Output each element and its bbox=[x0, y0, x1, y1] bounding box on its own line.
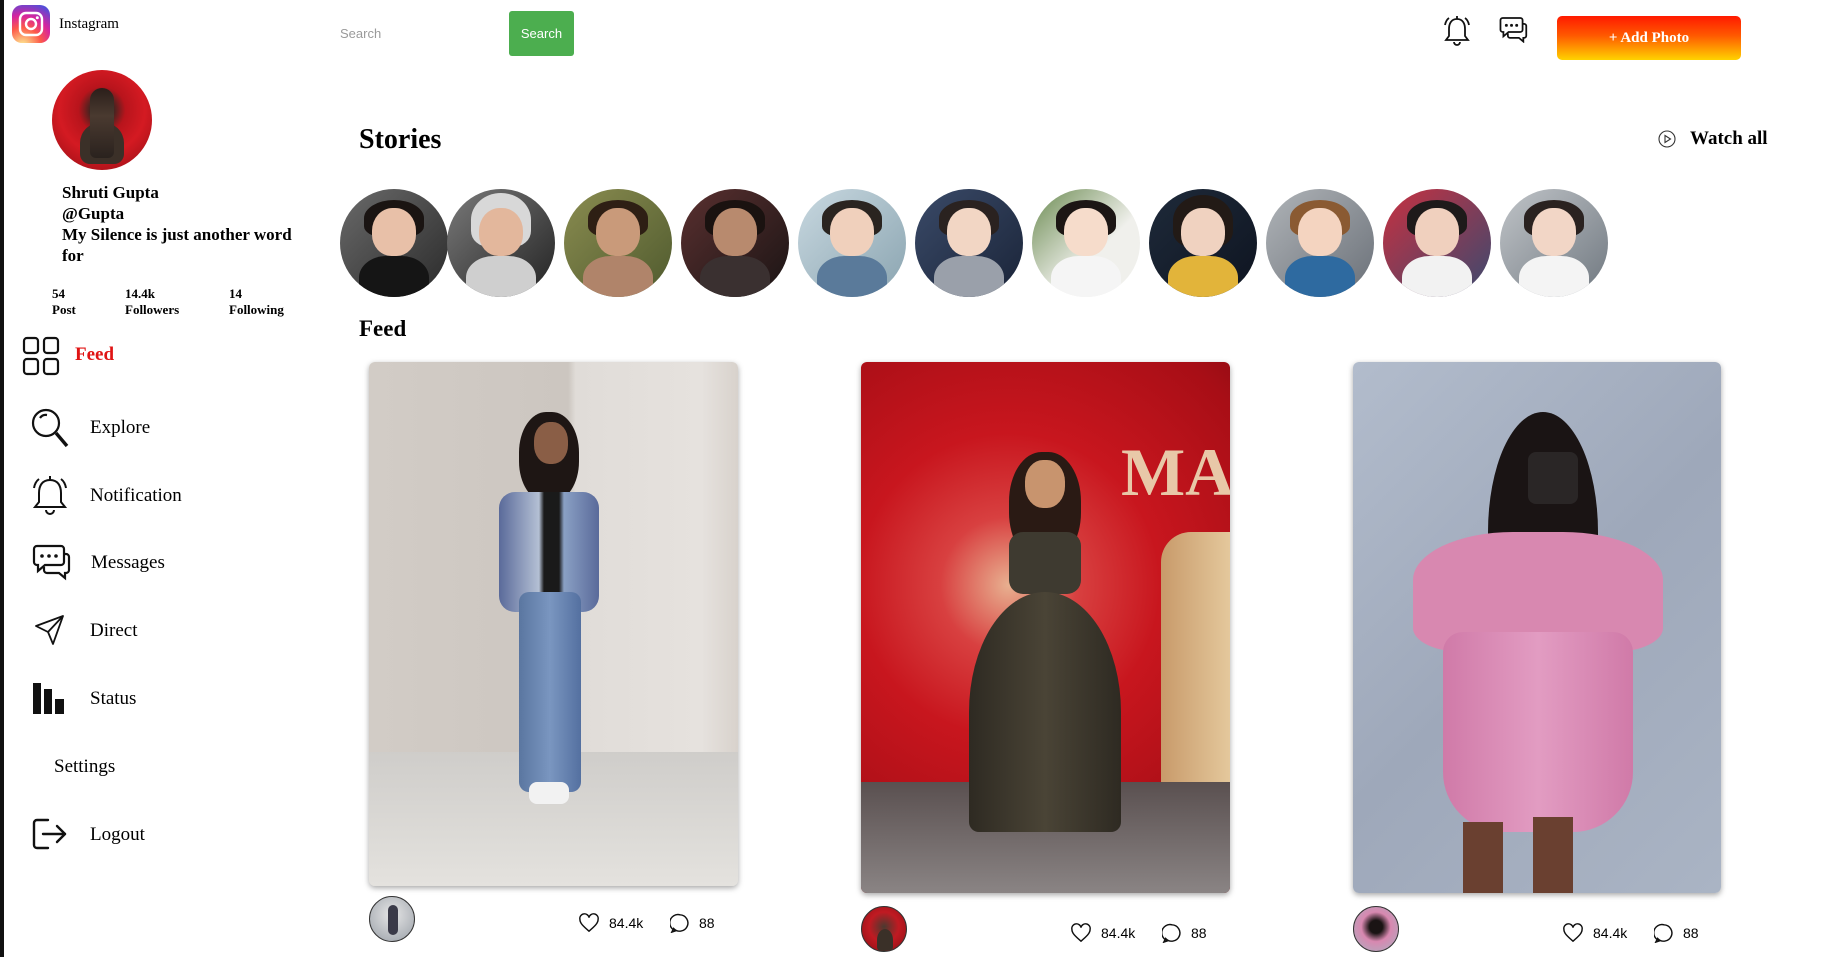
comment-icon bbox=[1654, 923, 1673, 943]
sidebar-item-status[interactable]: Status bbox=[4, 677, 264, 721]
story-avatar[interactable] bbox=[1032, 189, 1140, 297]
story-avatar[interactable] bbox=[1266, 189, 1374, 297]
profile-name: Shruti Gupta bbox=[62, 183, 159, 202]
sidebar-item-label: Status bbox=[90, 688, 137, 709]
brand-name: Instagram bbox=[59, 15, 119, 32]
like-button[interactable]: 84.4k bbox=[1070, 923, 1135, 943]
bell-icon bbox=[31, 474, 69, 516]
send-icon bbox=[34, 614, 66, 646]
stat-label: Followers bbox=[125, 302, 180, 317]
instagram-app: Instagram Shruti Gupta @Gupta My Silence… bbox=[0, 0, 1848, 957]
story-avatar[interactable] bbox=[447, 189, 555, 297]
brand[interactable]: Instagram bbox=[12, 5, 119, 43]
search-button[interactable]: Search bbox=[509, 11, 574, 56]
like-count: 84.4k bbox=[609, 915, 644, 931]
comment-count: 88 bbox=[699, 915, 715, 931]
stat-value: 14.4k bbox=[125, 286, 155, 301]
profile-avatar[interactable] bbox=[52, 70, 152, 170]
stat-label: Post bbox=[52, 302, 76, 317]
sidebar-item-label: Logout bbox=[90, 824, 145, 845]
watch-all-button[interactable]: Watch all bbox=[1658, 128, 1768, 150]
story-avatar[interactable] bbox=[1500, 189, 1608, 297]
sidebar-item-messages[interactable]: Messages bbox=[4, 541, 264, 585]
sidebar-item-label: Feed bbox=[75, 344, 115, 365]
stat-following[interactable]: 14 Following bbox=[229, 286, 284, 318]
post-author-avatar[interactable] bbox=[1353, 906, 1399, 952]
sidebar-item-notification[interactable]: Notification bbox=[4, 474, 264, 518]
add-photo-button[interactable]: + Add Photo bbox=[1557, 16, 1741, 60]
comment-count: 88 bbox=[1191, 925, 1207, 941]
profile-handle: @Gupta bbox=[62, 204, 125, 223]
stat-posts[interactable]: 54 Post bbox=[52, 286, 125, 318]
story-avatar[interactable] bbox=[1149, 189, 1257, 297]
search-input[interactable] bbox=[340, 13, 508, 53]
story-avatar[interactable] bbox=[1383, 189, 1491, 297]
sidebar-item-label: Explore bbox=[90, 417, 151, 438]
bar-chart-icon bbox=[32, 681, 66, 715]
story-avatar[interactable] bbox=[915, 189, 1023, 297]
instagram-logo-icon bbox=[12, 5, 50, 43]
sidebar-item-explore[interactable]: Explore bbox=[4, 406, 264, 450]
magnifier-icon bbox=[30, 406, 70, 450]
like-count: 84.4k bbox=[1101, 925, 1136, 941]
post-author-avatar[interactable] bbox=[861, 906, 907, 952]
sidebar-item-label: Direct bbox=[90, 620, 138, 641]
bell-icon[interactable] bbox=[1442, 14, 1472, 46]
sidebar-item-direct[interactable]: Direct bbox=[4, 609, 264, 653]
sidebar-item-label: Messages bbox=[91, 552, 165, 573]
heart-icon bbox=[1563, 923, 1583, 943]
profile-stats: 54 Post 14.4k Followers 14 Following bbox=[52, 286, 284, 318]
sidebar-item-label: Notification bbox=[90, 485, 182, 506]
comment-icon bbox=[1162, 923, 1181, 943]
like-button[interactable]: 84.4k bbox=[1562, 923, 1627, 943]
profile-bio: My Silence is just another word for bbox=[62, 225, 292, 265]
grid-icon bbox=[22, 336, 60, 376]
comment-count: 88 bbox=[1683, 925, 1699, 941]
play-circle-icon bbox=[1658, 130, 1676, 148]
like-button[interactable]: 84.4k bbox=[578, 913, 643, 933]
stories-title: Stories bbox=[359, 124, 442, 155]
chat-icon bbox=[31, 542, 71, 582]
heart-icon bbox=[1071, 923, 1091, 943]
heart-icon bbox=[579, 913, 599, 933]
stat-label: Following bbox=[229, 302, 284, 317]
story-avatar[interactable] bbox=[681, 189, 789, 297]
story-avatar[interactable] bbox=[798, 189, 906, 297]
story-avatar[interactable] bbox=[564, 189, 672, 297]
chat-icon[interactable] bbox=[1498, 15, 1528, 43]
stat-value: 54 bbox=[52, 286, 65, 301]
sidebar-item-feed[interactable]: Feed bbox=[4, 334, 264, 378]
like-count: 84.4k bbox=[1593, 925, 1628, 941]
post-author-avatar[interactable] bbox=[369, 896, 415, 942]
stat-value: 14 bbox=[229, 286, 242, 301]
comment-icon bbox=[670, 913, 689, 933]
post-image[interactable] bbox=[369, 362, 738, 886]
post-image[interactable] bbox=[1353, 362, 1721, 893]
stat-followers[interactable]: 14.4k Followers bbox=[125, 286, 229, 318]
comment-button[interactable]: 88 bbox=[1162, 923, 1207, 943]
profile-info: Shruti Gupta @Gupta My Silence is just a… bbox=[62, 182, 292, 266]
comment-button[interactable]: 88 bbox=[1654, 923, 1699, 943]
sidebar-item-settings[interactable]: Settings bbox=[4, 745, 264, 789]
feed-title: Feed bbox=[359, 316, 407, 341]
sidebar-item-logout[interactable]: Logout bbox=[4, 813, 264, 857]
sidebar-item-label: Settings bbox=[54, 756, 116, 777]
logout-icon bbox=[32, 817, 68, 851]
post-image[interactable]: MA bbox=[861, 362, 1230, 893]
watch-all-label: Watch all bbox=[1690, 128, 1768, 149]
comment-button[interactable]: 88 bbox=[670, 913, 715, 933]
story-avatar[interactable] bbox=[340, 189, 448, 297]
